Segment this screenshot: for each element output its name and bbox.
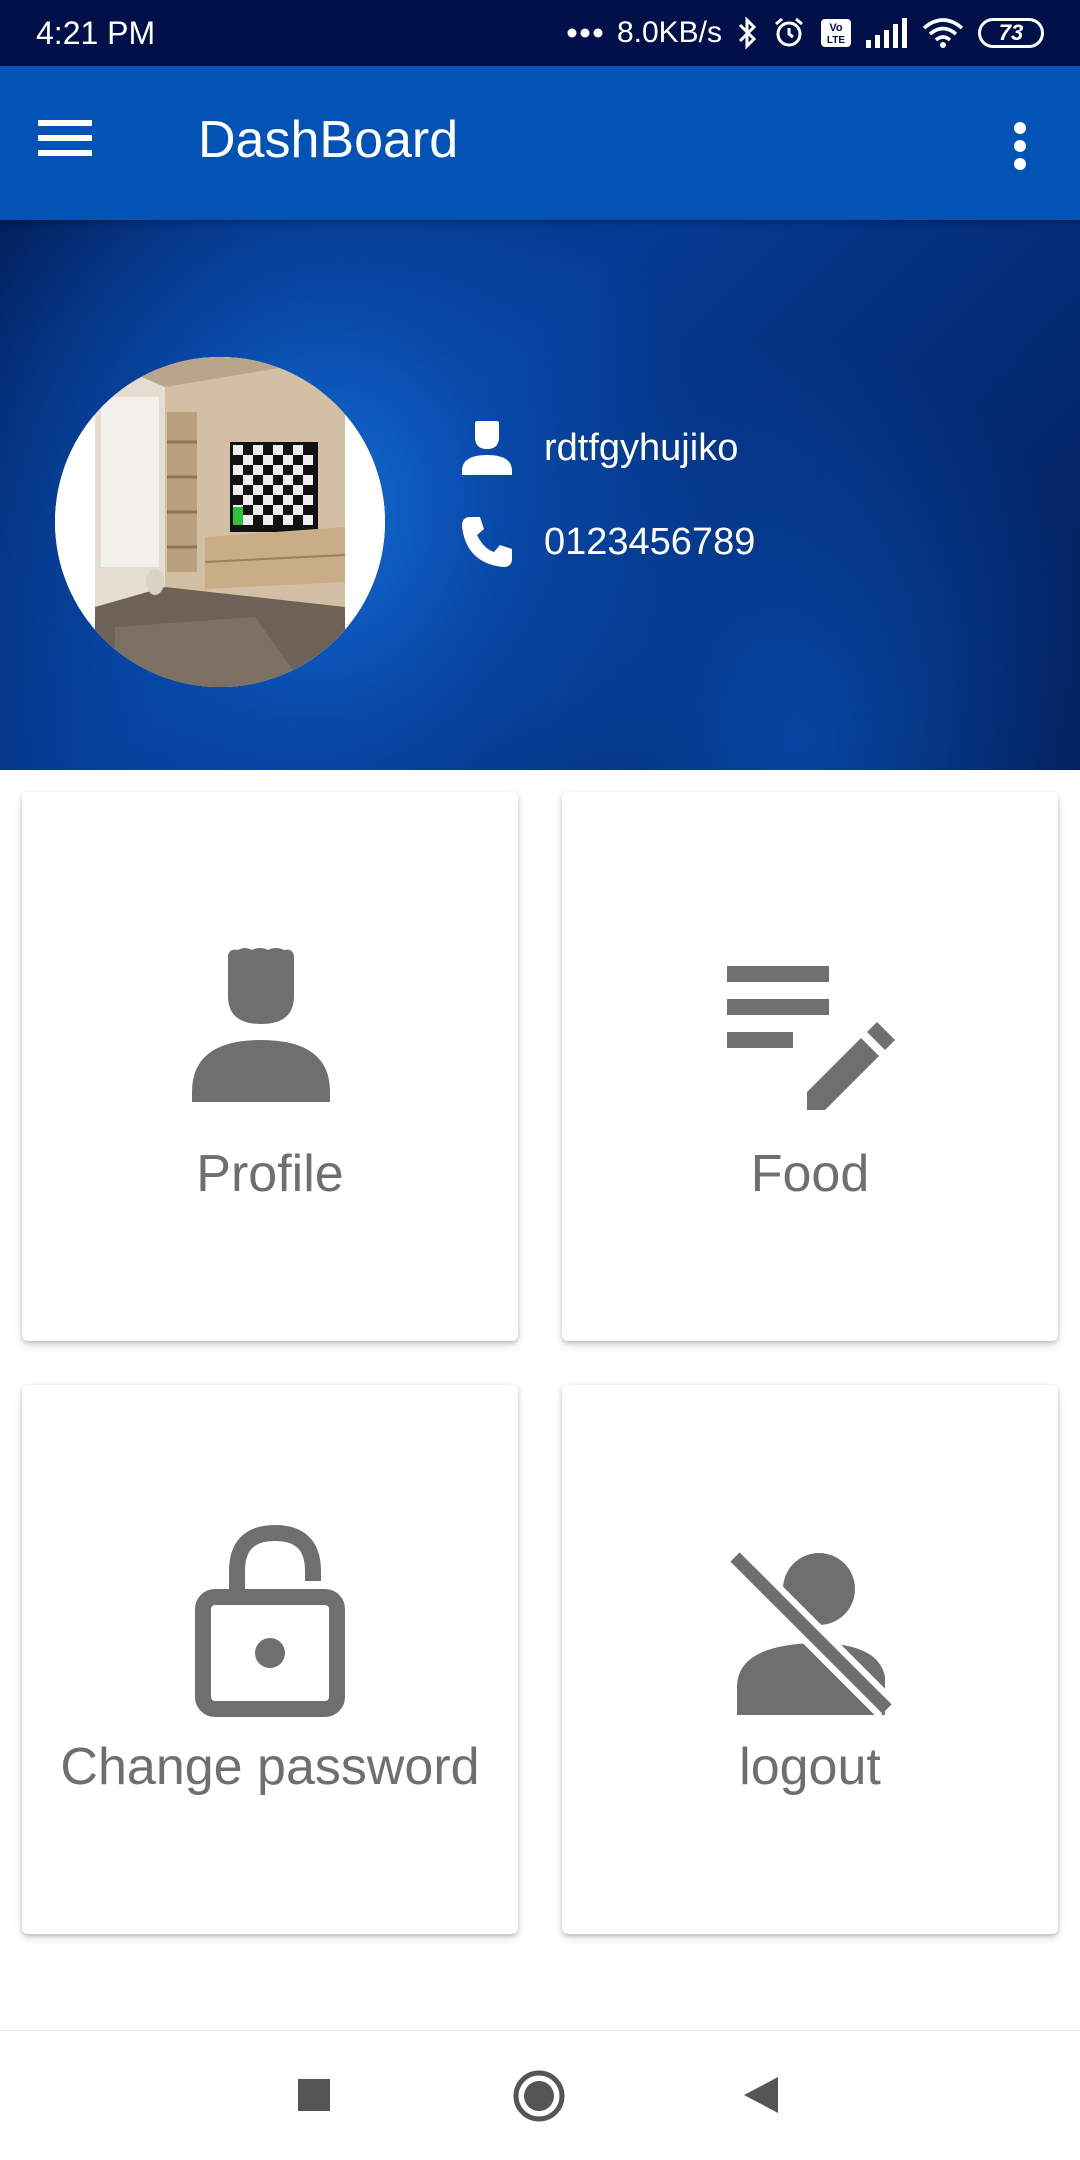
alarm-icon <box>772 16 806 50</box>
person-icon <box>462 421 512 475</box>
phone-text: 0123456789 <box>544 520 756 563</box>
system-nav-bar <box>0 2030 1080 2160</box>
profile-header: rdtfgyhujiko 0123456789 <box>0 220 1080 770</box>
square-recents-icon <box>298 2079 330 2111</box>
back-button[interactable] <box>742 2075 780 2120</box>
signal-icon <box>866 18 908 48</box>
food-card[interactable]: Food <box>562 792 1058 1341</box>
person-off-icon <box>725 1547 897 1719</box>
wifi-icon <box>922 17 964 49</box>
food-card-label: Food <box>750 1145 870 1203</box>
menu-icon <box>38 120 92 156</box>
status-bar: 4:21 PM 8.0KB/s Vo LTE 73 <box>0 0 1080 66</box>
person-icon <box>192 948 330 1102</box>
svg-text:Vo: Vo <box>829 22 843 34</box>
triangle-back-icon <box>744 2077 778 2113</box>
network-speed: 8.0KB/s <box>616 16 722 49</box>
logout-card-label: logout <box>739 1738 881 1796</box>
home-button[interactable] <box>512 2069 566 2128</box>
circle-home-icon <box>513 2070 565 2122</box>
logout-card[interactable]: logout <box>562 1385 1058 1934</box>
volte-icon: Vo LTE <box>820 18 852 48</box>
lock-open-icon <box>195 1524 345 1717</box>
phone-row: 0123456789 <box>456 511 755 573</box>
change-password-card-label: Change password <box>60 1738 480 1796</box>
status-icons: 8.0KB/s Vo LTE 73 <box>567 16 1044 50</box>
bluetooth-icon <box>736 16 758 50</box>
page-title: DashBoard <box>198 111 459 169</box>
app-bar: DashBoard <box>0 66 1080 220</box>
username-text: rdtfgyhujiko <box>544 426 739 469</box>
change-password-card[interactable]: Change password <box>22 1385 518 1934</box>
status-time: 4:21 PM <box>36 14 156 51</box>
phone-icon <box>462 517 512 567</box>
profile-card[interactable]: Profile <box>22 792 518 1341</box>
more-vert-icon <box>1014 122 1026 170</box>
profile-card-label: Profile <box>196 1145 344 1203</box>
edit-note-icon <box>727 966 895 1110</box>
battery-icon: 73 <box>978 18 1044 48</box>
recents-button[interactable] <box>296 2077 332 2118</box>
avatar[interactable] <box>55 357 385 687</box>
more-dots-icon <box>567 27 603 39</box>
menu-button[interactable] <box>38 116 118 176</box>
username-row: rdtfgyhujiko <box>456 417 738 479</box>
svg-text:LTE: LTE <box>827 35 845 46</box>
overflow-menu-button[interactable] <box>990 116 1050 176</box>
